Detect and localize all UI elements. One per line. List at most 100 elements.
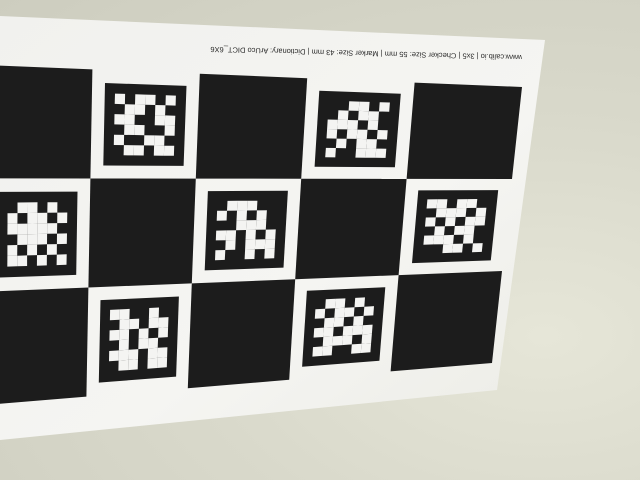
aruco-bit-white bbox=[323, 317, 335, 328]
aruco-bit-white bbox=[155, 105, 166, 116]
aruco-bit-white bbox=[255, 219, 267, 230]
aruco-bit-white bbox=[236, 210, 247, 221]
aruco-bit-white bbox=[344, 307, 355, 318]
aruco-bit-white bbox=[128, 359, 138, 371]
aruco-bit-white bbox=[7, 255, 18, 267]
aruco-bit-white bbox=[128, 349, 139, 360]
aruco-bit-white bbox=[334, 307, 345, 318]
aruco-bit-white bbox=[46, 244, 57, 255]
aruco-bit-white bbox=[37, 212, 48, 224]
aruco-bit-white bbox=[157, 357, 168, 368]
aruco-bit-white bbox=[456, 199, 468, 209]
aruco-bit-white bbox=[445, 208, 457, 218]
aruco-bit-white bbox=[215, 250, 226, 261]
aruco-bit-white bbox=[163, 145, 175, 156]
aruco-bit-white bbox=[47, 223, 58, 234]
aruco-bit-white bbox=[466, 199, 478, 208]
aruco-bit-white bbox=[215, 230, 227, 241]
aruco-bit-white bbox=[134, 124, 145, 136]
aruco-bit-white bbox=[245, 239, 256, 250]
aruco-bit-white bbox=[360, 343, 372, 353]
aruco-bit-white bbox=[356, 138, 367, 149]
aruco-bit-white bbox=[27, 244, 38, 256]
aruco-bit-white bbox=[123, 145, 134, 156]
aruco-bit-white bbox=[361, 333, 372, 344]
aruco-bit-white bbox=[337, 110, 349, 120]
aruco-bit-white bbox=[227, 200, 238, 211]
aruco-bit-white bbox=[236, 220, 247, 231]
aruco-bit-white bbox=[312, 346, 323, 357]
aruco-bit-white bbox=[322, 336, 333, 347]
aruco-bit-white bbox=[358, 101, 370, 112]
aruco-bit-white bbox=[164, 115, 176, 126]
aruco-bit-white bbox=[7, 245, 18, 256]
aruco-bit-white bbox=[355, 148, 367, 158]
aruco-bit-white bbox=[464, 216, 476, 226]
aruco-bit-white bbox=[17, 223, 28, 235]
aruco-bit-white bbox=[333, 317, 345, 327]
aruco-bit-white bbox=[472, 243, 483, 253]
aruco-bit-white bbox=[362, 324, 373, 335]
aruco-bit-white bbox=[57, 212, 68, 224]
aruco-bit-white bbox=[327, 119, 338, 130]
aruco-bit-white bbox=[358, 110, 369, 121]
aruco-bit-white bbox=[452, 243, 463, 253]
aruco-bit-white bbox=[17, 255, 28, 267]
aruco-bit-white bbox=[246, 220, 257, 230]
aruco-bit-white bbox=[138, 328, 149, 339]
aruco-bit-white bbox=[335, 138, 347, 149]
aruco-bit-white bbox=[256, 210, 267, 221]
aruco-bit-white bbox=[138, 338, 149, 350]
aruco-bit-white bbox=[129, 318, 140, 330]
aruco-bit-white bbox=[147, 357, 158, 369]
aruco-bit-white bbox=[148, 307, 159, 319]
aruco-bit-white bbox=[135, 94, 146, 105]
aruco-bit-white bbox=[118, 349, 129, 361]
aruco-bit-white bbox=[119, 319, 130, 330]
aruco-bit-white bbox=[351, 343, 362, 354]
aruco-bit-white bbox=[325, 298, 336, 309]
aruco-bit-white bbox=[36, 254, 47, 266]
aruco-bit-white bbox=[325, 147, 336, 158]
aruco-bit-white bbox=[109, 309, 120, 321]
aruco-bit-white bbox=[368, 111, 379, 121]
aruco-bit-white bbox=[434, 226, 445, 236]
aruco-bit-white bbox=[335, 298, 346, 309]
checker-square-black bbox=[88, 178, 196, 288]
aruco-bit-white bbox=[453, 225, 465, 235]
aruco-bit-white bbox=[346, 129, 358, 139]
aruco-bit-white bbox=[165, 95, 176, 106]
aruco-bit-white bbox=[244, 249, 255, 260]
aruco-bit-white bbox=[164, 125, 175, 136]
aruco-bit-white bbox=[363, 306, 374, 316]
aruco-bit-white bbox=[376, 130, 388, 140]
charuco-board-photo: www.calib.io | 3x5 | Checker Size: 55 mm… bbox=[0, 16, 545, 440]
aruco-bit-white bbox=[463, 234, 474, 244]
aruco-bit-white bbox=[426, 199, 438, 209]
aruco-bit-white bbox=[27, 212, 38, 224]
aruco-bit-white bbox=[254, 239, 266, 250]
aruco-bit-white bbox=[56, 233, 67, 245]
aruco-bit-white bbox=[425, 217, 436, 227]
aruco-bit-white bbox=[17, 234, 28, 245]
aruco-bit-white bbox=[154, 115, 166, 126]
aruco-bit-white bbox=[144, 135, 155, 146]
aruco-bit-white bbox=[455, 208, 467, 218]
aruco-bit-white bbox=[114, 114, 125, 125]
aruco-bit-white bbox=[118, 359, 129, 371]
checker-square-black bbox=[406, 82, 522, 179]
checker-square-black bbox=[295, 178, 407, 280]
checker-square-black bbox=[187, 279, 296, 389]
aruco-bit-white bbox=[264, 248, 275, 259]
aruco-bit-white bbox=[158, 327, 169, 338]
aruco-bit-white bbox=[27, 202, 38, 213]
aruco-bit-white bbox=[134, 104, 146, 115]
checker-square-black bbox=[0, 65, 93, 179]
aruco-bit-white bbox=[326, 129, 338, 139]
aruco-bit-white bbox=[322, 345, 333, 356]
aruco-bit-white bbox=[145, 94, 156, 105]
aruco-bit-white bbox=[119, 329, 130, 341]
aruco-bit-white bbox=[474, 216, 486, 226]
aruco-bit-white bbox=[153, 145, 165, 156]
aruco-bit-white bbox=[27, 223, 38, 235]
